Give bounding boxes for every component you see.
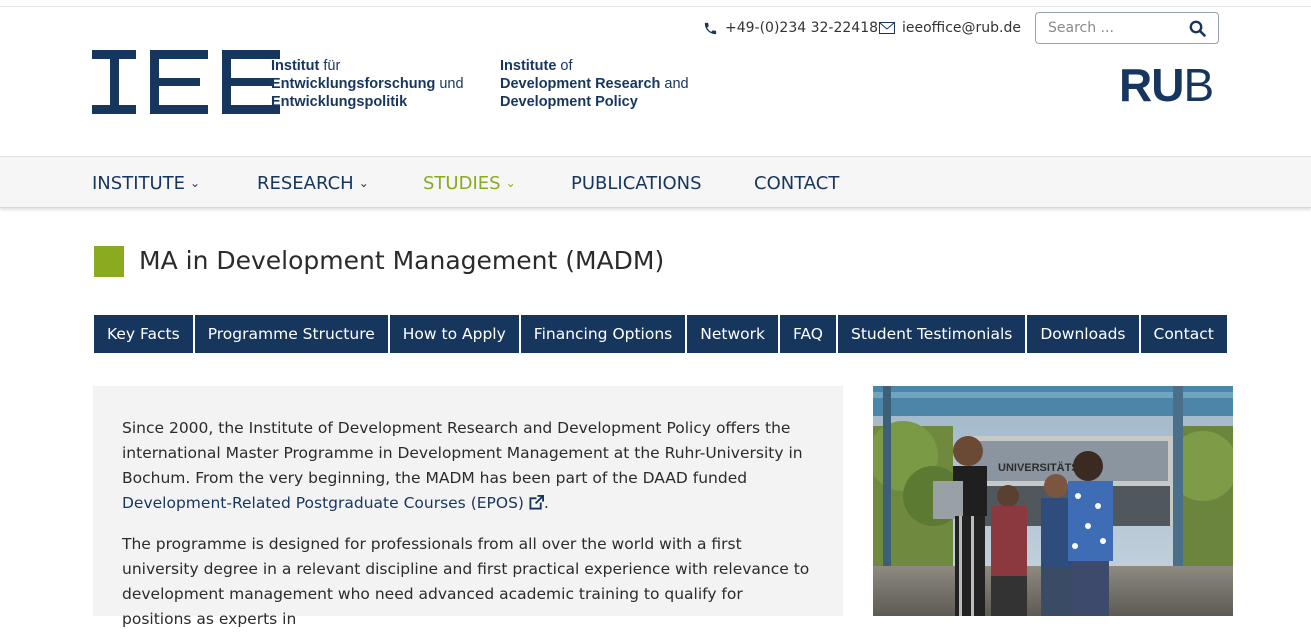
tab-programme-structure[interactable]: Programme Structure (194, 315, 388, 353)
phone-icon (704, 22, 717, 34)
institute-name-english: Institute of Development Research and De… (500, 58, 689, 110)
nav-item-contact[interactable]: CONTACT (754, 173, 839, 194)
external-link-icon (529, 495, 544, 510)
iee-logo[interactable] (92, 50, 280, 116)
tab-how-to-apply[interactable]: How to Apply (389, 315, 519, 353)
tab-faq[interactable]: FAQ (779, 315, 836, 353)
main-navigation: INSTITUTE ⌄ RESEARCH ⌄ STUDIES ⌄ PUBLICATIO… (0, 156, 1311, 208)
institute-name-german: Institut für Entwicklungsforschung und E… (271, 58, 464, 110)
search-input[interactable] (1046, 19, 1180, 37)
phone-link[interactable]: +49-(0)234 32-22418 (703, 20, 878, 36)
tab-financing-options[interactable]: Financing Options (520, 315, 686, 353)
search-icon[interactable] (1189, 20, 1206, 37)
tab-key-facts[interactable]: Key Facts (94, 315, 193, 353)
tab-contact[interactable]: Contact (1140, 315, 1227, 353)
epos-link[interactable]: Development-Related Postgraduate Courses… (122, 494, 544, 512)
chevron-down-icon: ⌄ (505, 176, 516, 190)
nav-item-research[interactable]: RESEARCH ⌄ (257, 173, 369, 194)
search-box (1035, 12, 1219, 44)
students-photo: UNIVERSITÄTS (873, 386, 1233, 616)
sub-navigation-tabs: Key Facts Programme Structure How to App… (94, 315, 1227, 353)
phone-number: +49-(0)234 32-22418 (725, 20, 879, 36)
logo-letter-i (92, 50, 136, 114)
tab-student-testimonials[interactable]: Student Testimonials (838, 315, 1026, 353)
email-address: ieeoffice@rub.de (902, 20, 1021, 36)
title-accent-square (94, 246, 124, 277)
nav-item-publications[interactable]: PUBLICATIONS (571, 173, 702, 194)
nav-item-institute[interactable]: INSTITUTE ⌄ (92, 173, 200, 194)
nav-item-studies[interactable]: STUDIES ⌄ (423, 173, 516, 194)
programme-description-paragraph: The programme is designed for profession… (122, 535, 810, 628)
rub-logo[interactable]: RUB (1119, 62, 1214, 108)
page-title: MA in Development Management (MADM) (139, 246, 665, 275)
tab-downloads[interactable]: Downloads (1027, 315, 1139, 353)
envelope-icon (879, 22, 895, 34)
photo-sign-text: UNIVERSITÄTS (998, 461, 1079, 474)
chevron-down-icon: ⌄ (190, 176, 201, 190)
email-link[interactable]: ieeoffice@rub.de (879, 20, 1021, 36)
tab-network[interactable]: Network (687, 315, 778, 353)
intro-paragraph: Since 2000, the Institute of Development… (122, 419, 803, 512)
top-border (0, 0, 1311, 7)
chevron-down-icon: ⌄ (358, 176, 369, 190)
logo-letter-e (150, 50, 208, 114)
